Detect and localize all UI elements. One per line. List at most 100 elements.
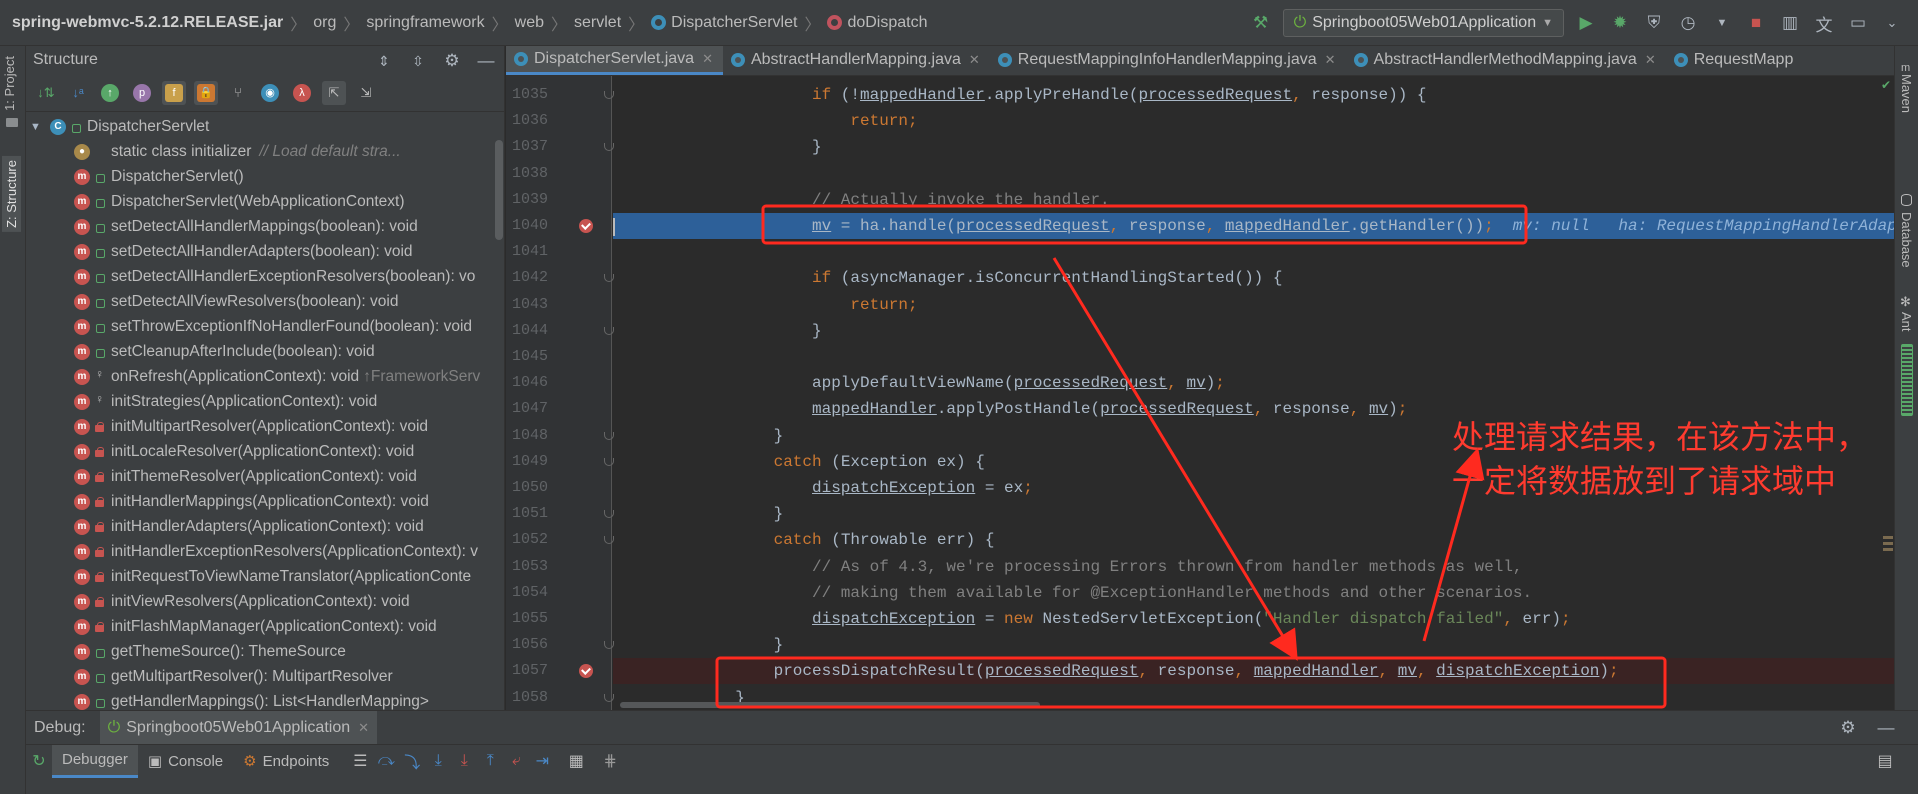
autoscroll-to-source-icon[interactable]: ⇱ [322,80,346,105]
execution-line[interactable]: mv = ha.handle(processedRequest, respons… [613,213,1894,239]
tree-item[interactable]: m setDetectAllViewResolvers(boolean): voi… [26,289,496,314]
hammer-icon[interactable]: ⚒ [1249,11,1273,35]
show-properties-icon[interactable]: p [130,81,154,105]
tree-item[interactable]: m initRequestToViewNameTranslator(Applica… [26,564,496,589]
code-line[interactable] [613,344,1894,370]
presentation-icon[interactable]: ▭ [1846,11,1870,35]
sort-by-visibility-icon[interactable]: ↓⇅ [34,81,58,105]
code-line[interactable]: dispatchException = new NestedServletExc… [613,606,1894,632]
code-line[interactable]: // As of 4.3, we're processing Errors th… [613,554,1894,580]
code-line[interactable]: return; [613,292,1894,318]
code-line[interactable] [613,161,1894,187]
tree-item[interactable]: m setCleanupAfterInclude(boolean): void [26,339,496,364]
run-configuration-select[interactable]: ⏻ Springboot05Web01Application ▼ [1282,9,1564,37]
tree-item[interactable]: m initHandlerAdapters(ApplicationContext)… [26,514,496,539]
database-tool-tab[interactable]: Database [1899,212,1914,268]
code-line[interactable]: applyDefaultViewName(processedRequest, m… [613,370,1894,396]
tree-item[interactable]: m initHandlerMappings(ApplicationContext)… [26,489,496,514]
gear-icon[interactable]: ⚙ [1836,716,1860,740]
breadcrumb-item[interactable]: spring-webmvc-5.2.12.RELEASE.jar [12,14,283,32]
gear-icon[interactable]: ⚙ [440,49,464,73]
debug-icon[interactable]: ✹ [1608,11,1632,35]
code-line[interactable]: } [613,632,1894,658]
debug-tab[interactable]: ▣ Console [138,745,233,778]
code-line[interactable]: return; [613,108,1894,134]
tree-item[interactable]: m initStrategies(ApplicationContext): voi… [26,389,496,414]
code-line[interactable]: // Actually invoke the handler. [613,187,1894,213]
tree-item[interactable]: m initLocaleResolver(ApplicationContext):… [26,439,496,464]
translate-icon[interactable]: 文 [1812,11,1836,35]
breakpoint-icon[interactable] [579,664,593,679]
tree-item[interactable]: m initThemeResolver(ApplicationContext): … [26,464,496,489]
tree-item[interactable]: m initFlashMapManager(ApplicationContext)… [26,614,496,639]
collapse-all-icon[interactable]: ⇳ [406,49,430,73]
expand-all-icon[interactable]: ⇕ [372,49,396,73]
hide-icon[interactable]: — [1874,716,1898,740]
close-icon[interactable]: ✕ [1645,52,1656,68]
debug-session-tab[interactable]: ⏻ Springboot05Web01Application ✕ [99,711,378,744]
show-inherited-icon[interactable]: ↑ [98,81,122,105]
editor-tab[interactable]: DispatcherServlet.java ✕ [506,46,723,75]
editor-tab[interactable]: RequestMapp [1666,46,1804,75]
rerun-icon[interactable]: ↻ [26,748,52,774]
editor-tab[interactable]: AbstractHandlerMethodMapping.java ✕ [1346,46,1666,75]
tree-item[interactable]: m initViewResolvers(ApplicationContext): … [26,589,496,614]
code-line[interactable]: if (asyncManager.isConcurrentHandlingSta… [613,265,1894,291]
tree-item[interactable]: m initMultipartResolver(ApplicationContex… [26,414,496,439]
tree-item[interactable]: m getHandlerMappings(): List<HandlerMappi… [26,689,496,710]
close-icon[interactable]: ✕ [969,52,980,68]
show-execution-point-icon[interactable]: ⤼ [373,748,399,774]
structure-scrollbar[interactable] [495,140,503,240]
show-fields-icon[interactable]: f [162,80,186,105]
project-tool-tab[interactable]: 1: Project [2,56,17,111]
menu-icon[interactable]: ☰ [347,748,373,774]
tree-item[interactable]: m onRefresh(ApplicationContext): void↑Fra… [26,364,496,389]
code-line[interactable]: catch (Throwable err) { [613,527,1894,553]
run-to-cursor-icon[interactable]: ⇥ [529,748,555,774]
breadcrumb-item[interactable]: org [313,14,336,32]
tree-item[interactable]: m getMultipartResolver(): MultipartResolv… [26,664,496,689]
code-line[interactable]: } [613,134,1894,160]
tree-root[interactable]: ▼ C DispatcherServlet [26,114,496,139]
debug-tab[interactable]: Debugger [52,744,138,778]
editor-horizontal-scrollbar[interactable] [620,702,1040,708]
run-icon[interactable]: ▶ [1574,11,1598,35]
tree-item[interactable]: m setDetectAllHandlerMappings(boolean): v… [26,214,496,239]
breadcrumb-item[interactable]: servlet [574,14,621,32]
chevron-down-icon[interactable]: ⌄ [1880,11,1904,35]
trace-icon[interactable]: ⋕ [597,748,623,774]
profile-icon[interactable]: ◷ [1676,11,1700,35]
close-icon[interactable]: ✕ [702,51,713,67]
project-structure-icon[interactable]: ▥ [1778,11,1802,35]
tree-item[interactable]: m setThrowExceptionIfNoHandlerFound(boole… [26,314,496,339]
step-into-icon[interactable]: ⤓ [425,748,451,774]
maven-tool-tab[interactable]: Maven [1899,74,1914,113]
drop-frame-icon[interactable]: ⤶ [503,748,529,774]
tree-item[interactable]: m initHandlerExceptionResolvers(Applicati… [26,539,496,564]
ant-tool-tab[interactable]: Ant [1899,312,1914,332]
close-icon[interactable]: ✕ [358,720,369,736]
editor-tab[interactable]: RequestMappingInfoHandlerMapping.java ✕ [990,46,1346,75]
tree-item[interactable]: m DispatcherServlet() [26,164,496,189]
tree-item[interactable]: m setDetectAllHandlerAdapters(boolean): v… [26,239,496,264]
force-step-into-icon[interactable]: ⤓ [451,748,477,774]
more-run-options-icon[interactable]: ▼ [1710,11,1734,35]
layout-icon[interactable]: ▤ [1872,748,1898,774]
editor-tab[interactable]: AbstractHandlerMapping.java ✕ [723,46,990,75]
tree-item[interactable]: m getThemeSource(): ThemeSource [26,639,496,664]
show-lambdas-icon[interactable]: ⑂ [226,81,250,105]
step-over-icon[interactable]: ⤵ [399,748,425,774]
breadcrumb-item[interactable]: web [515,14,544,32]
breadcrumb-item[interactable]: doDispatch [827,14,928,32]
editor-vertical-scrollbar[interactable]: ✔ [1881,76,1894,710]
debug-tab[interactable]: ⚙ Endpoints [233,745,339,778]
show-lambda-icon[interactable]: λ [290,81,314,105]
code-area[interactable]: if (!mappedHandler.applyPreHandle(proces… [613,76,1894,710]
autoscroll-from-source-icon[interactable]: ⇲ [354,81,378,105]
chevron-down-icon[interactable]: ▼ [30,121,44,133]
breadcrumb-item[interactable]: springframework [366,14,484,32]
tree-item[interactable]: ● static class initializer // Load default… [26,139,496,164]
sort-alphabetically-icon[interactable]: ↓ᵃ [66,81,90,105]
stop-icon[interactable]: ■ [1744,11,1768,35]
breakpoint-icon[interactable] [579,219,593,233]
